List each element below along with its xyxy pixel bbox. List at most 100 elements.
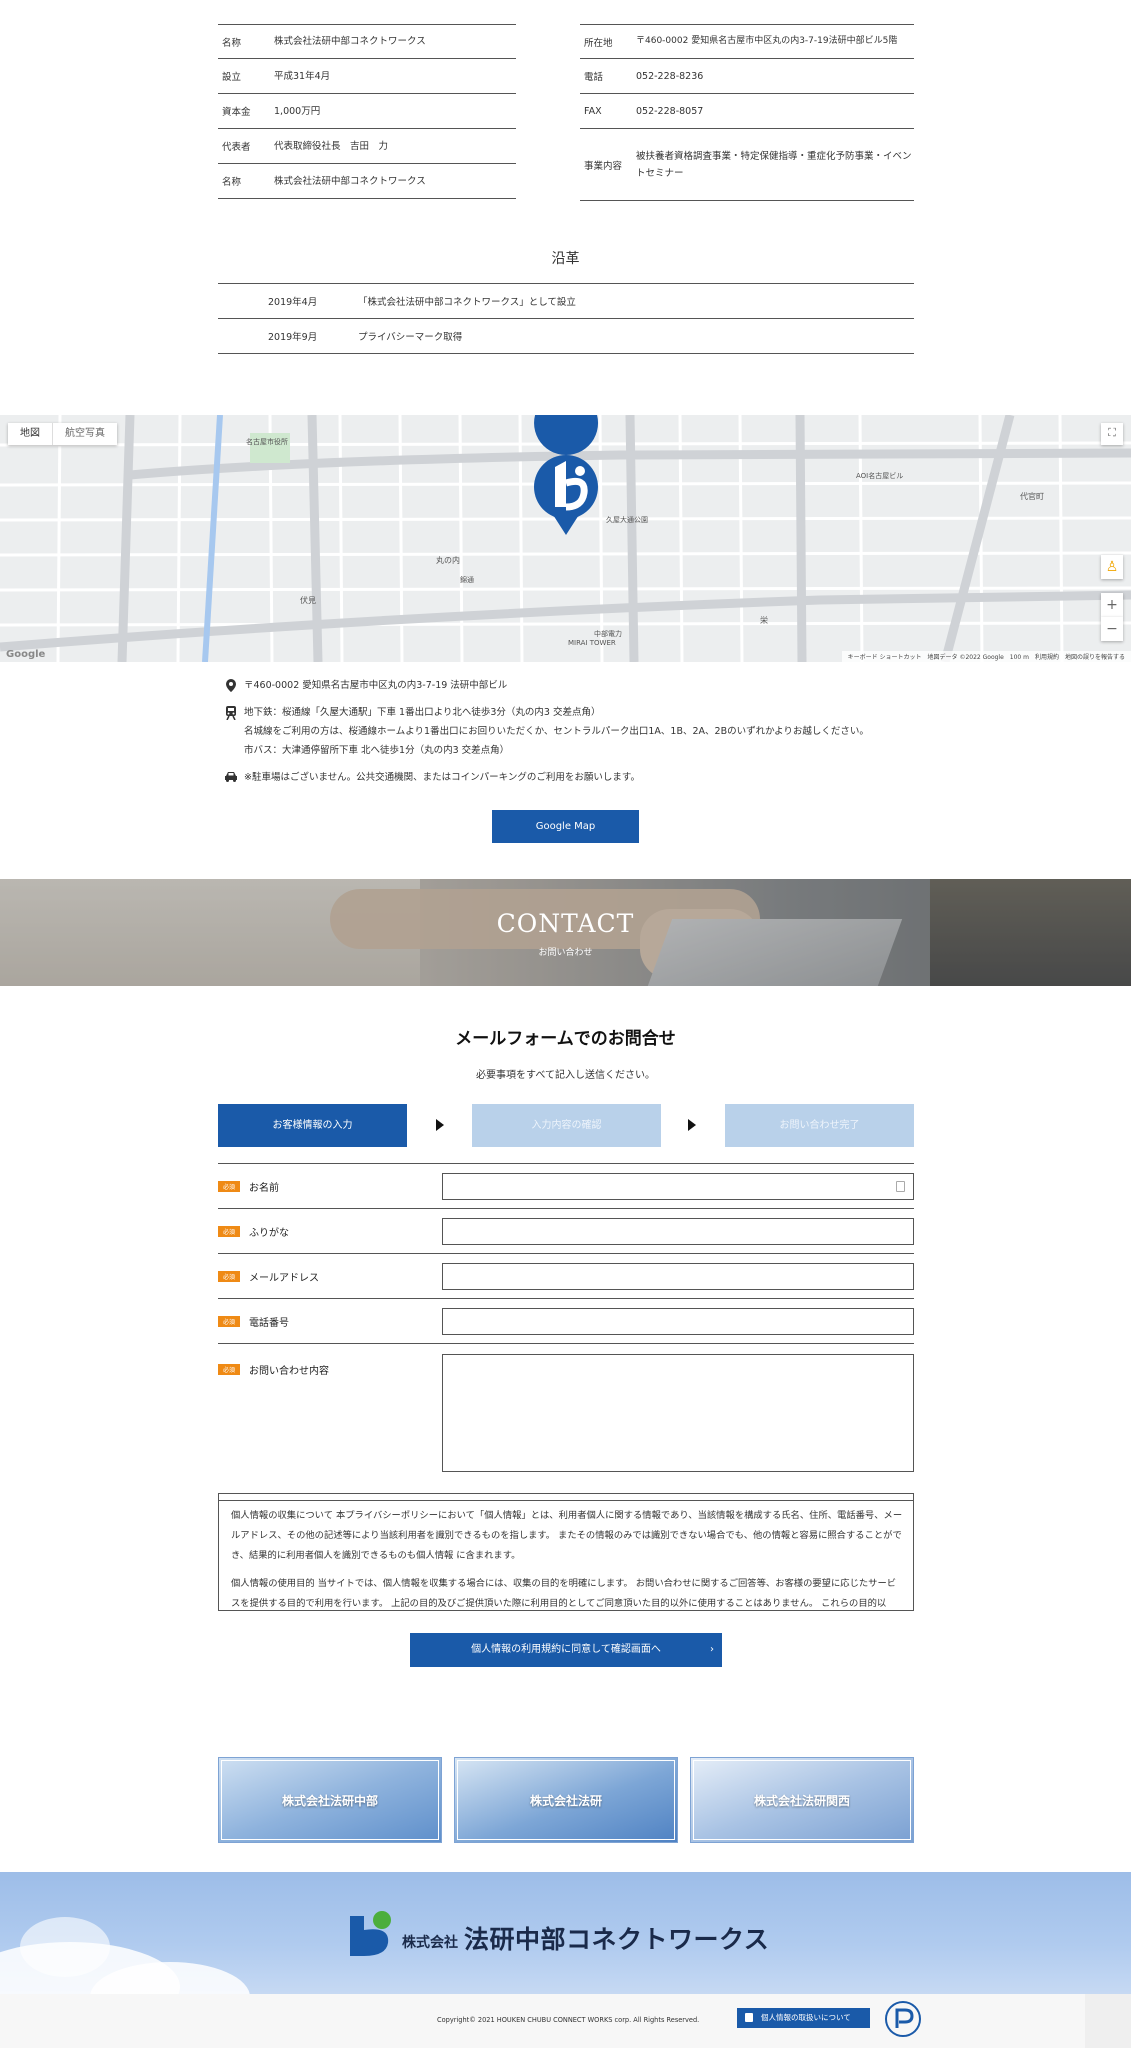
cloud-decoration [20,1917,110,1977]
chevron-right-icon: › [710,1644,714,1655]
field-label: お名前 [249,1182,280,1194]
info-value: 1,000万円 [274,105,321,117]
info-value: 被扶養者資格調査事業・特定保健指導・重症化予防事業・イベントセミナー [636,150,912,179]
google-logo: Google [6,649,46,660]
car-icon [218,768,244,787]
logo-small-text: 株式会社 [402,1935,458,1951]
field-label: ふりがな [249,1227,290,1239]
lock-icon [745,2013,753,2022]
group-link-label: 株式会社法研関西 [693,1760,911,1840]
step-confirm: 入力内容の確認 [472,1104,661,1147]
access-train-line-3: 市バス：大津通停留所下車 北へ徒歩1分（丸の内3 交差点角） [244,745,510,756]
access-train-line-2: 名城線をご利用の方は、桜通線ホームより1番出口にお回りいただくか、セントラルパー… [244,726,869,737]
field-label-wrap: 必須 電話番号 [218,1314,442,1329]
map-footer[interactable]: キーボード ショートカット 地図データ ©2022 Google 100 m 利… [841,651,1131,662]
info-key: 資本金 [222,107,251,118]
info-value: 平成31年4月 [274,70,331,82]
info-key: 電話 [584,72,604,83]
back-to-top-button[interactable] [1085,1994,1131,2048]
group-link-houken-chubu[interactable]: 株式会社法研中部 [218,1757,442,1843]
map-label-aoi: AOI名古屋ビル [856,472,904,480]
company-logo-icon [350,1911,391,1956]
map-label-shiyakusho: 名古屋市役所 [246,438,288,446]
group-link-label: 株式会社法研 [457,1760,675,1840]
policy-paragraph: 個人情報の収集について 本プライバシーポリシーにおいて「個人情報」とは、利用者個… [231,1510,903,1561]
banner-subtitle: お問い合わせ [538,948,593,958]
info-key: 設立 [222,72,242,83]
required-badge: 必須 [218,1180,241,1192]
map-type-tabs: 地図 航空写真 [8,423,117,445]
privacy-mark-icon [885,2001,921,2037]
map-label-sakae: 栄 [760,616,768,625]
required-badge: 必須 [218,1364,241,1375]
form-steps: お客様情報の入力 入力内容の確認 お問い合わせ完了 [218,1104,914,1147]
form-title: メールフォームでのお問合せ [455,1029,676,1049]
map-marker-icon [534,415,599,535]
info-value: 052-228-8057 [636,105,704,117]
history-date: 2019年9月 [268,332,318,343]
privacy-link-label: 個人情報の取扱いについて [761,2013,851,2022]
info-row: 名称 株式会社法研中部コネクトワークス [218,164,516,199]
history-text: 「株式会社法研中部コネクトワークス」として設立 [358,297,576,308]
street-view-icon[interactable]: ♙ [1101,555,1123,579]
location-pin-icon [218,676,244,695]
message-textarea[interactable] [442,1354,914,1472]
info-value: 代表取締役社長 吉田 力 [274,140,389,152]
form-lead: 必要事項をすべて記入し送信ください。 [476,1070,655,1081]
privacy-policy-box[interactable]: 個人情報の収集について 本プライバシーポリシーにおいて「個人情報」とは、利用者個… [218,1493,914,1611]
info-row: 資本金 1,000万円 [218,94,516,129]
info-key: FAX [584,105,602,117]
info-row: 代表者 代表取締役社長 吉田 力 [218,129,516,164]
map-label-yotsuya: 代官町 [1020,492,1044,501]
field-label: お問い合わせ内容 [249,1366,330,1377]
map-tab-map[interactable]: 地図 [8,423,52,445]
step-arrow-icon [436,1119,444,1131]
info-value: 〒460-0002 愛知県名古屋市中区丸の内3-7-19法研中部ビル5階 [636,36,898,46]
map-tab-satellite[interactable]: 航空写真 [52,423,117,445]
footer-logo[interactable]: 株式会社 法研中部コネクトワークス [350,1910,769,1956]
company-info-right: 所在地 〒460-0002 愛知県名古屋市中区丸の内3-7-19法研中部ビル5階 … [580,24,914,201]
required-badge: 必須 [218,1270,241,1282]
info-value: 052-228-8236 [636,70,704,82]
google-map-button[interactable]: Google Map [492,810,639,843]
map-canvas[interactable] [0,415,1131,662]
name-input[interactable] [442,1172,914,1200]
form-row-email: 必須 メールアドレス [218,1253,914,1298]
contact-form: 必須 お名前 必須 ふりがな 必須 メールアドレス 必須 電話番号 必須 お問い合わせ内容 [218,1163,914,1501]
access-train-row: 地下鉄：桜通線「久屋大通駅」下車 1番出口より北へ徒歩3分（丸の内3 交差点角）… [218,703,914,760]
map-label-tower: 中部電力 [594,630,622,638]
company-info-left: 名称 株式会社法研中部コネクトワークス 設立 平成31年4月 資本金 1,000万円 … [218,24,516,199]
email-input[interactable] [442,1262,914,1290]
field-label-wrap: 必須 ふりがな [218,1224,442,1239]
info-key: 名称 [222,37,242,49]
info-key: 名称 [222,177,242,188]
banner-title: CONTACT [496,909,635,938]
info-key: 代表者 [222,142,251,153]
zoom-in-button[interactable]: + [1101,593,1123,617]
access-address: 〒460-0002 愛知県名古屋市中区丸の内3-7-19 法研中部ビル [244,680,508,691]
zoom-out-button[interactable]: − [1101,617,1123,641]
logo-big-text: 法研中部コネクトワークス [464,1925,770,1954]
fullscreen-button[interactable]: ⛶ [1101,423,1123,445]
info-row: 電話 052-228-8236 [580,59,914,94]
google-map[interactable]: 地図 航空写真 ⛶ ♙ + − Google キーボード ショートカット 地図デ… [0,415,1131,662]
group-link-houken[interactable]: 株式会社法研 [454,1757,678,1843]
contact-banner: CONTACT お問い合わせ [0,879,1131,986]
furigana-input[interactable] [442,1217,914,1245]
info-row: FAX 052-228-8057 [580,94,914,129]
info-key: 事業内容 [584,160,623,172]
history-row: 2019年9月 プライバシーマーク取得 [218,319,914,354]
info-row: 事業内容 被扶養者資格調査事業・特定保健指導・重症化予防事業・イベントセミナー [580,129,914,201]
map-label-marunouchi: 丸の内 [436,556,460,565]
autofill-icon[interactable] [896,1180,905,1192]
access-address-row: 〒460-0002 愛知県名古屋市中区丸の内3-7-19 法研中部ビル [218,676,914,695]
history-row: 2019年4月 「株式会社法研中部コネクトワークス」として設立 [218,284,914,319]
train-icon [218,703,244,760]
group-link-houken-kansai[interactable]: 株式会社法研関西 [690,1757,914,1843]
form-row-name: 必須 お名前 [218,1163,914,1208]
phone-input[interactable] [442,1307,914,1335]
privacy-link-button[interactable]: 個人情報の取扱いについて [737,2008,870,2028]
history-table: 2019年4月 「株式会社法研中部コネクトワークス」として設立 2019年9月 プラ… [218,283,914,354]
agree-confirm-button[interactable]: 個人情報の利用規約に同意して確認画面へ › [410,1633,722,1667]
field-label: メールアドレス [249,1272,320,1284]
